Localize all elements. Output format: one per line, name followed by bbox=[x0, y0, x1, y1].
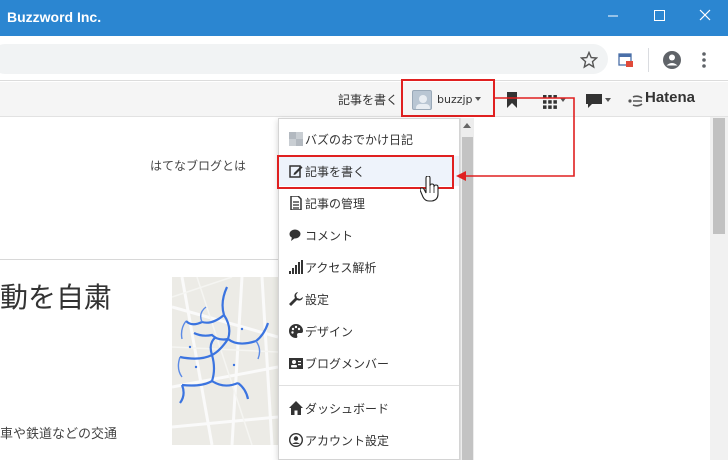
article-snippet: 車や鉄道などの交通 bbox=[0, 427, 118, 442]
chevron-down-icon bbox=[560, 98, 566, 102]
divider bbox=[0, 259, 278, 260]
page-scrollbar-thumb[interactable] bbox=[713, 118, 725, 234]
menu-item-settings[interactable]: 設定 bbox=[279, 284, 459, 314]
hand-cursor-icon bbox=[420, 176, 439, 202]
menu-item-label: アカウント設定 bbox=[305, 434, 390, 448]
map-image bbox=[172, 277, 278, 445]
menu-item-account[interactable]: アカウント設定 bbox=[279, 425, 459, 455]
menu-item-label: 記事の管理 bbox=[305, 197, 366, 211]
palette-icon bbox=[289, 324, 303, 338]
blog-icon bbox=[289, 132, 303, 146]
menu-scrollbar-thumb[interactable] bbox=[462, 137, 473, 460]
maximize-icon bbox=[654, 10, 665, 21]
analytics-icon bbox=[289, 260, 303, 274]
map-thumbnail[interactable] bbox=[172, 277, 278, 445]
menu-item-blog[interactable]: バズのおでかけ日記 bbox=[279, 124, 459, 154]
home-icon bbox=[289, 401, 303, 415]
article-headline[interactable]: 動を自粛 bbox=[0, 276, 112, 316]
close-icon bbox=[699, 9, 711, 21]
close-button[interactable] bbox=[682, 0, 728, 32]
menu-item-dashboard[interactable]: ダッシュボード bbox=[279, 393, 459, 423]
scroll-up-icon[interactable] bbox=[462, 121, 472, 131]
menu-item-label: バズのおでかけ日記 bbox=[305, 133, 414, 147]
profile-icon[interactable] bbox=[662, 50, 682, 70]
menu-item-analytics[interactable]: アクセス解析 bbox=[279, 252, 459, 282]
minimize-button[interactable] bbox=[590, 0, 636, 32]
toolbar-divider bbox=[648, 48, 649, 72]
menu-item-members[interactable]: ブログメンバー bbox=[279, 348, 459, 378]
menu-item-label: コメント bbox=[305, 229, 354, 243]
kebab-menu-icon[interactable] bbox=[694, 50, 714, 70]
wrench-icon bbox=[289, 292, 303, 306]
menu-item-label: デザイン bbox=[305, 325, 354, 339]
chevron-down-icon bbox=[605, 98, 611, 102]
hatena-logo[interactable]: Hatena bbox=[645, 89, 695, 106]
about-link[interactable]: はてなブログとは bbox=[150, 157, 246, 174]
address-bar[interactable] bbox=[0, 44, 608, 74]
menu-item-label: 設定 bbox=[305, 293, 330, 307]
account-icon bbox=[289, 433, 303, 447]
hatena-logo-mark bbox=[627, 93, 643, 107]
extension-icon[interactable] bbox=[617, 51, 635, 69]
star-icon[interactable] bbox=[579, 50, 599, 69]
apps-grid-icon[interactable] bbox=[543, 94, 557, 109]
bookmark-icon[interactable] bbox=[506, 92, 518, 108]
user-menu-highlight bbox=[401, 79, 495, 117]
menu-item-label: ダッシュボード bbox=[305, 402, 390, 416]
menu-separator bbox=[279, 385, 459, 386]
menu-item-design[interactable]: デザイン bbox=[279, 316, 459, 346]
chat-icon[interactable] bbox=[586, 93, 602, 108]
menu-item-label: ブログメンバー bbox=[305, 357, 390, 371]
document-icon bbox=[290, 196, 302, 210]
maximize-button[interactable] bbox=[636, 0, 682, 32]
minimize-icon bbox=[608, 15, 618, 17]
menu-item-label: アクセス解析 bbox=[305, 261, 377, 275]
write-article-link[interactable]: 記事を書く bbox=[338, 91, 398, 108]
window-title: Buzzword Inc. bbox=[7, 9, 102, 25]
menu-item-comment[interactable]: コメント bbox=[279, 220, 459, 250]
comment-icon bbox=[289, 229, 301, 241]
member-icon bbox=[289, 358, 303, 369]
